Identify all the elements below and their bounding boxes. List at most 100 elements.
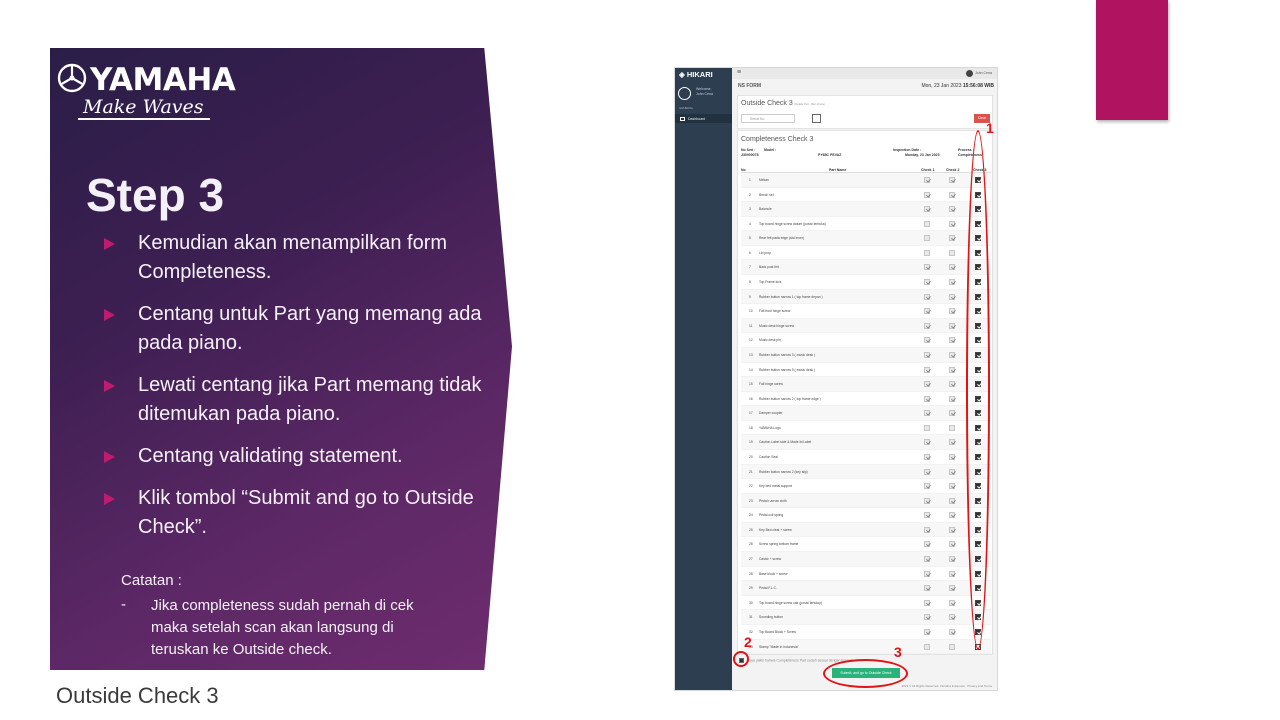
check-1-checkbox xyxy=(924,381,930,388)
part-number: 26 xyxy=(749,542,753,547)
check-2-checkbox xyxy=(949,439,955,446)
part-name: Sounding button xyxy=(759,615,784,620)
instruction-item: Lewati centang jika Part memang tidak di… xyxy=(104,371,484,429)
check-2-checkbox xyxy=(949,206,955,213)
instruction-text: Klik tombol “Submit and go to Outside Ch… xyxy=(138,487,474,538)
part-name: Music desk hinge screw xyxy=(759,323,794,328)
check-2-checkbox xyxy=(949,585,955,592)
part-number: 28 xyxy=(749,571,753,576)
check-2-checkbox xyxy=(949,541,955,548)
check-2-checkbox xyxy=(949,322,955,329)
qr-scan-icon[interactable] xyxy=(812,114,821,123)
part-number: 30 xyxy=(749,600,753,605)
check-2-checkbox xyxy=(949,410,955,417)
check-1-checkbox xyxy=(924,512,930,519)
datetime-display: Mon, 23 Jan 2023 15:56:08 WIB xyxy=(921,83,994,89)
part-name: Rubber button narrow 1 ( top frame depan… xyxy=(759,294,823,299)
part-number: 18 xyxy=(749,425,753,430)
part-number: 21 xyxy=(749,469,753,474)
part-number: 10 xyxy=(749,309,753,314)
check-2-checkbox xyxy=(949,599,955,606)
header-part-name: Part Name xyxy=(829,168,847,172)
table-row: 22 Key bed metal support xyxy=(741,479,991,494)
check-1-checkbox xyxy=(924,599,930,606)
check-2-checkbox xyxy=(949,351,955,358)
annotation-1: 1 xyxy=(986,120,994,136)
annotation-circle-validate xyxy=(733,651,749,667)
part-name: Fall hinge screw xyxy=(759,382,783,387)
table-row: 27 Castor + screw xyxy=(741,552,991,567)
check-1-checkbox xyxy=(924,351,930,358)
check-2-checkbox xyxy=(949,191,955,198)
check-2-checkbox xyxy=(949,643,955,650)
part-name: Stamp "Made in Indonesia" xyxy=(759,644,799,649)
check-2-checkbox xyxy=(949,628,955,635)
completeness-title: Completeness Check 3 xyxy=(741,136,814,143)
check-1-checkbox xyxy=(924,177,930,183)
check-1-checkbox xyxy=(924,497,930,504)
part-number: 14 xyxy=(749,367,753,372)
check-1-checkbox xyxy=(924,220,930,227)
part-number: 22 xyxy=(749,484,753,489)
table-row: 33 Stamp "Made in Indonesia" xyxy=(741,639,991,655)
instruction-item: Centang untuk Part yang memang ada pada … xyxy=(104,300,484,358)
part-number: 8 xyxy=(749,280,751,285)
check-2-checkbox xyxy=(949,556,955,563)
sidebar-item-dashboard[interactable]: Dashboard xyxy=(675,114,732,123)
tagline-underline xyxy=(78,118,210,120)
part-number: 15 xyxy=(749,382,753,387)
yamaha-logo: YAMAHA Make Waves xyxy=(56,60,236,124)
table-row: 7 Back post felt xyxy=(741,260,991,276)
part-name: Base block + screw xyxy=(759,571,788,576)
screenshot-footer: 2023 © All Rights Reserved. Yamaha Indon… xyxy=(901,684,992,688)
serial-no-input[interactable]: Serial No xyxy=(741,114,795,123)
part-name: Top board hinge screw datum (posisi terb… xyxy=(759,221,826,226)
check-1-checkbox xyxy=(924,628,930,635)
table-header: No Part Name Check 1 Check 2 Check 3 xyxy=(741,166,991,173)
table-row: 32 Top Board Block + Screw xyxy=(741,625,991,640)
part-number: 24 xyxy=(749,513,753,518)
check-2-checkbox xyxy=(949,308,955,315)
topbar-username[interactable]: John Cena xyxy=(975,71,992,75)
check-2-checkbox xyxy=(949,468,955,475)
outside-check-card: Outside Check 3 (Outside Part - Main Fra… xyxy=(737,95,993,129)
part-name: Back post felt xyxy=(759,265,779,270)
check-1-checkbox xyxy=(924,483,930,490)
part-name: Rubber button narrow 3 ( music desk ) xyxy=(759,352,816,357)
slide-footer-title: Outside Check 3 xyxy=(56,683,219,708)
check-2-checkbox xyxy=(949,249,955,256)
check-1-checkbox xyxy=(924,643,930,650)
instruction-text: Centang validating statement. xyxy=(138,445,403,467)
annotation-2: 2 xyxy=(744,634,752,650)
check-2-checkbox xyxy=(949,453,955,460)
meta-inspection: Inspection Date : Monday, 23 Jan 2023 xyxy=(893,148,940,157)
part-number: 31 xyxy=(749,615,753,620)
check-2-checkbox xyxy=(949,177,955,183)
sidebar-section-label: GENERAL xyxy=(679,106,694,110)
user-icon[interactable] xyxy=(966,70,973,77)
check-2-checkbox xyxy=(949,497,955,504)
bullet-arrow-icon xyxy=(104,309,115,321)
table-row: 8 Top Frame kick xyxy=(741,275,991,290)
check-1-checkbox xyxy=(924,293,930,300)
bullet-arrow-icon xyxy=(104,238,115,250)
completeness-card: Completeness Check 3 No Seri : J30000078 … xyxy=(737,130,993,655)
outside-check-title: Outside Check 3 xyxy=(741,100,793,107)
part-number: 4 xyxy=(749,221,751,226)
table-row: 3 Baloncle xyxy=(741,202,991,217)
app-screenshot: ◈ HIKARI Welcome, John Cena GENERAL Dashb… xyxy=(674,67,998,691)
table-row: 24 Pedal coil spring xyxy=(741,508,991,523)
hamburger-menu-icon[interactable]: ≡ xyxy=(737,69,741,76)
sidebar-welcome: Welcome, John Cena xyxy=(696,87,713,96)
check-2-checkbox xyxy=(949,293,955,300)
check-2-checkbox xyxy=(949,381,955,388)
parts-table: 1 Mekan 2 Bench set 3 Baloncle 4 Top board hing… xyxy=(741,173,991,655)
table-row: 13 Rubber button narrow 3 ( music desk ) xyxy=(741,347,991,363)
note-dash: - xyxy=(121,596,126,613)
header-check-1: Check 1 xyxy=(921,168,935,172)
meta-no-seri: No Seri : J30000078 xyxy=(741,148,759,157)
check-1-checkbox xyxy=(924,308,930,315)
note-heading: Catatan : xyxy=(121,572,182,589)
part-name: Top board hinge screw cair (posisi tertu… xyxy=(759,600,823,605)
decorative-magenta-block xyxy=(1096,0,1168,120)
